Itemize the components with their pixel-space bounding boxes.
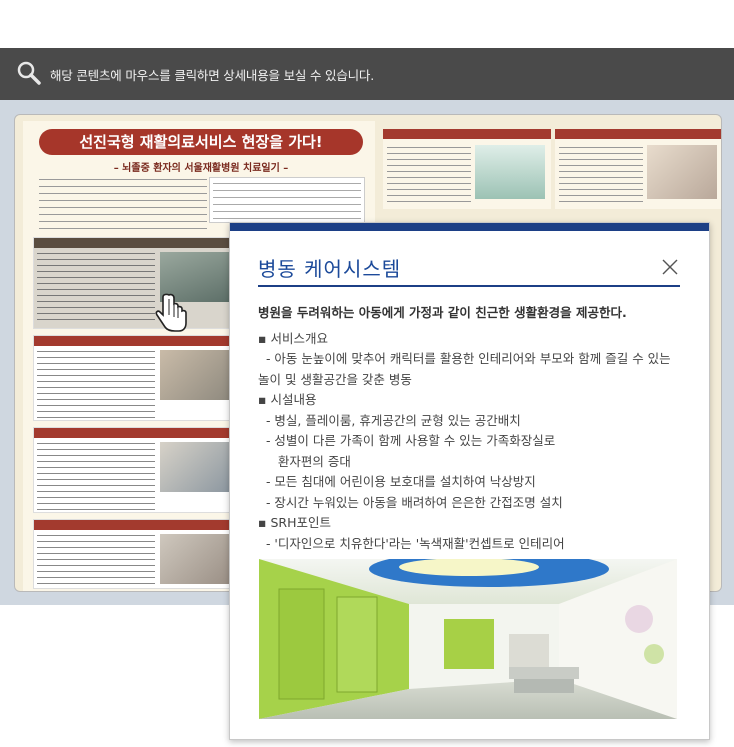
newspaper-section[interactable]: [33, 335, 235, 421]
newspaper-page-right[interactable]: [383, 129, 551, 209]
modal-title: 병동 케어시스템: [258, 257, 402, 281]
pointer-hand-icon: [155, 293, 187, 332]
modal-accent-bar: [230, 223, 709, 231]
newspaper-headline: 선진국형 재활의료서비스 현장을 가다!: [39, 129, 363, 155]
section-title-bar: [383, 129, 551, 139]
list-item: - 모든 침대에 어린이용 보호대를 설치하여 낙상방지: [258, 474, 536, 489]
instruction-bar: 해당 콘텐츠에 마우스를 클릭하면 상세내용을 보실 수 있습니다.: [0, 48, 734, 100]
list-item: - '디자인으로 치유한다'라는 '녹색재활'컨셉트로 인테리어: [258, 535, 565, 551]
section-body: [387, 145, 471, 205]
ward-photo: [259, 559, 677, 719]
list-item: ▪ 서비스개요: [258, 330, 328, 346]
section-body: [559, 145, 643, 205]
section-photo: [160, 534, 230, 584]
newspaper-infobox: [209, 177, 365, 223]
list-item: ▪ SRH포인트: [258, 515, 331, 530]
list-item: 환자편의 증대: [258, 453, 351, 469]
section-title-bar: [34, 238, 234, 248]
section-title-bar: [555, 129, 721, 139]
section-title-bar: [34, 336, 234, 346]
list-item: ▪ 시설내용: [258, 392, 317, 407]
section-title-bar: [34, 520, 234, 530]
section-photo: [647, 145, 717, 199]
section-photo: [160, 442, 230, 492]
section-photo: [475, 145, 545, 199]
newspaper-section[interactable]: [33, 427, 235, 513]
newspaper-section[interactable]: [33, 519, 235, 589]
modal-divider: [258, 285, 680, 287]
instruction-text: 해당 콘텐츠에 마우스를 클릭하면 상세내용을 보실 수 있습니다.: [50, 68, 374, 83]
modal-content: 병원을 두려워하는 아동에게 가정과 같이 친근한 생활환경을 제공한다. ▪ …: [258, 303, 684, 554]
magnifier-icon: [17, 61, 41, 85]
newspaper-section[interactable]: [33, 237, 235, 329]
newspaper-page-right[interactable]: [555, 129, 721, 209]
newspaper-lead-text: [39, 177, 207, 229]
list-item: - 병실, 플레이룸, 휴게공간의 균형 있는 공간배치: [258, 412, 521, 428]
modal-lede: 병원을 두려워하는 아동에게 가정과 같이 친근한 생활환경을 제공한다.: [258, 305, 627, 320]
newspaper-subhead: – 뇌졸중 환자의 서울재활병원 치료일기 –: [113, 163, 289, 174]
detail-modal: 병동 케어시스템 병원을 두려워하는 아동에게 가정과 같이 친근한 생활환경을…: [229, 222, 710, 740]
section-photo: [160, 350, 230, 400]
section-title-bar: [34, 428, 234, 438]
list-item: - 성별이 다른 가족이 함께 사용할 수 있는 가족화장실로: [258, 433, 556, 448]
close-icon[interactable]: [661, 258, 679, 276]
list-item: - 장시간 누워있는 아동을 배려하여 은은한 간접조명 설치: [258, 494, 563, 510]
list-item: - 아동 눈높이에 맞추어 캐릭터를 활용한 인테리어와 부모와 함께 즐길 수…: [258, 351, 675, 387]
